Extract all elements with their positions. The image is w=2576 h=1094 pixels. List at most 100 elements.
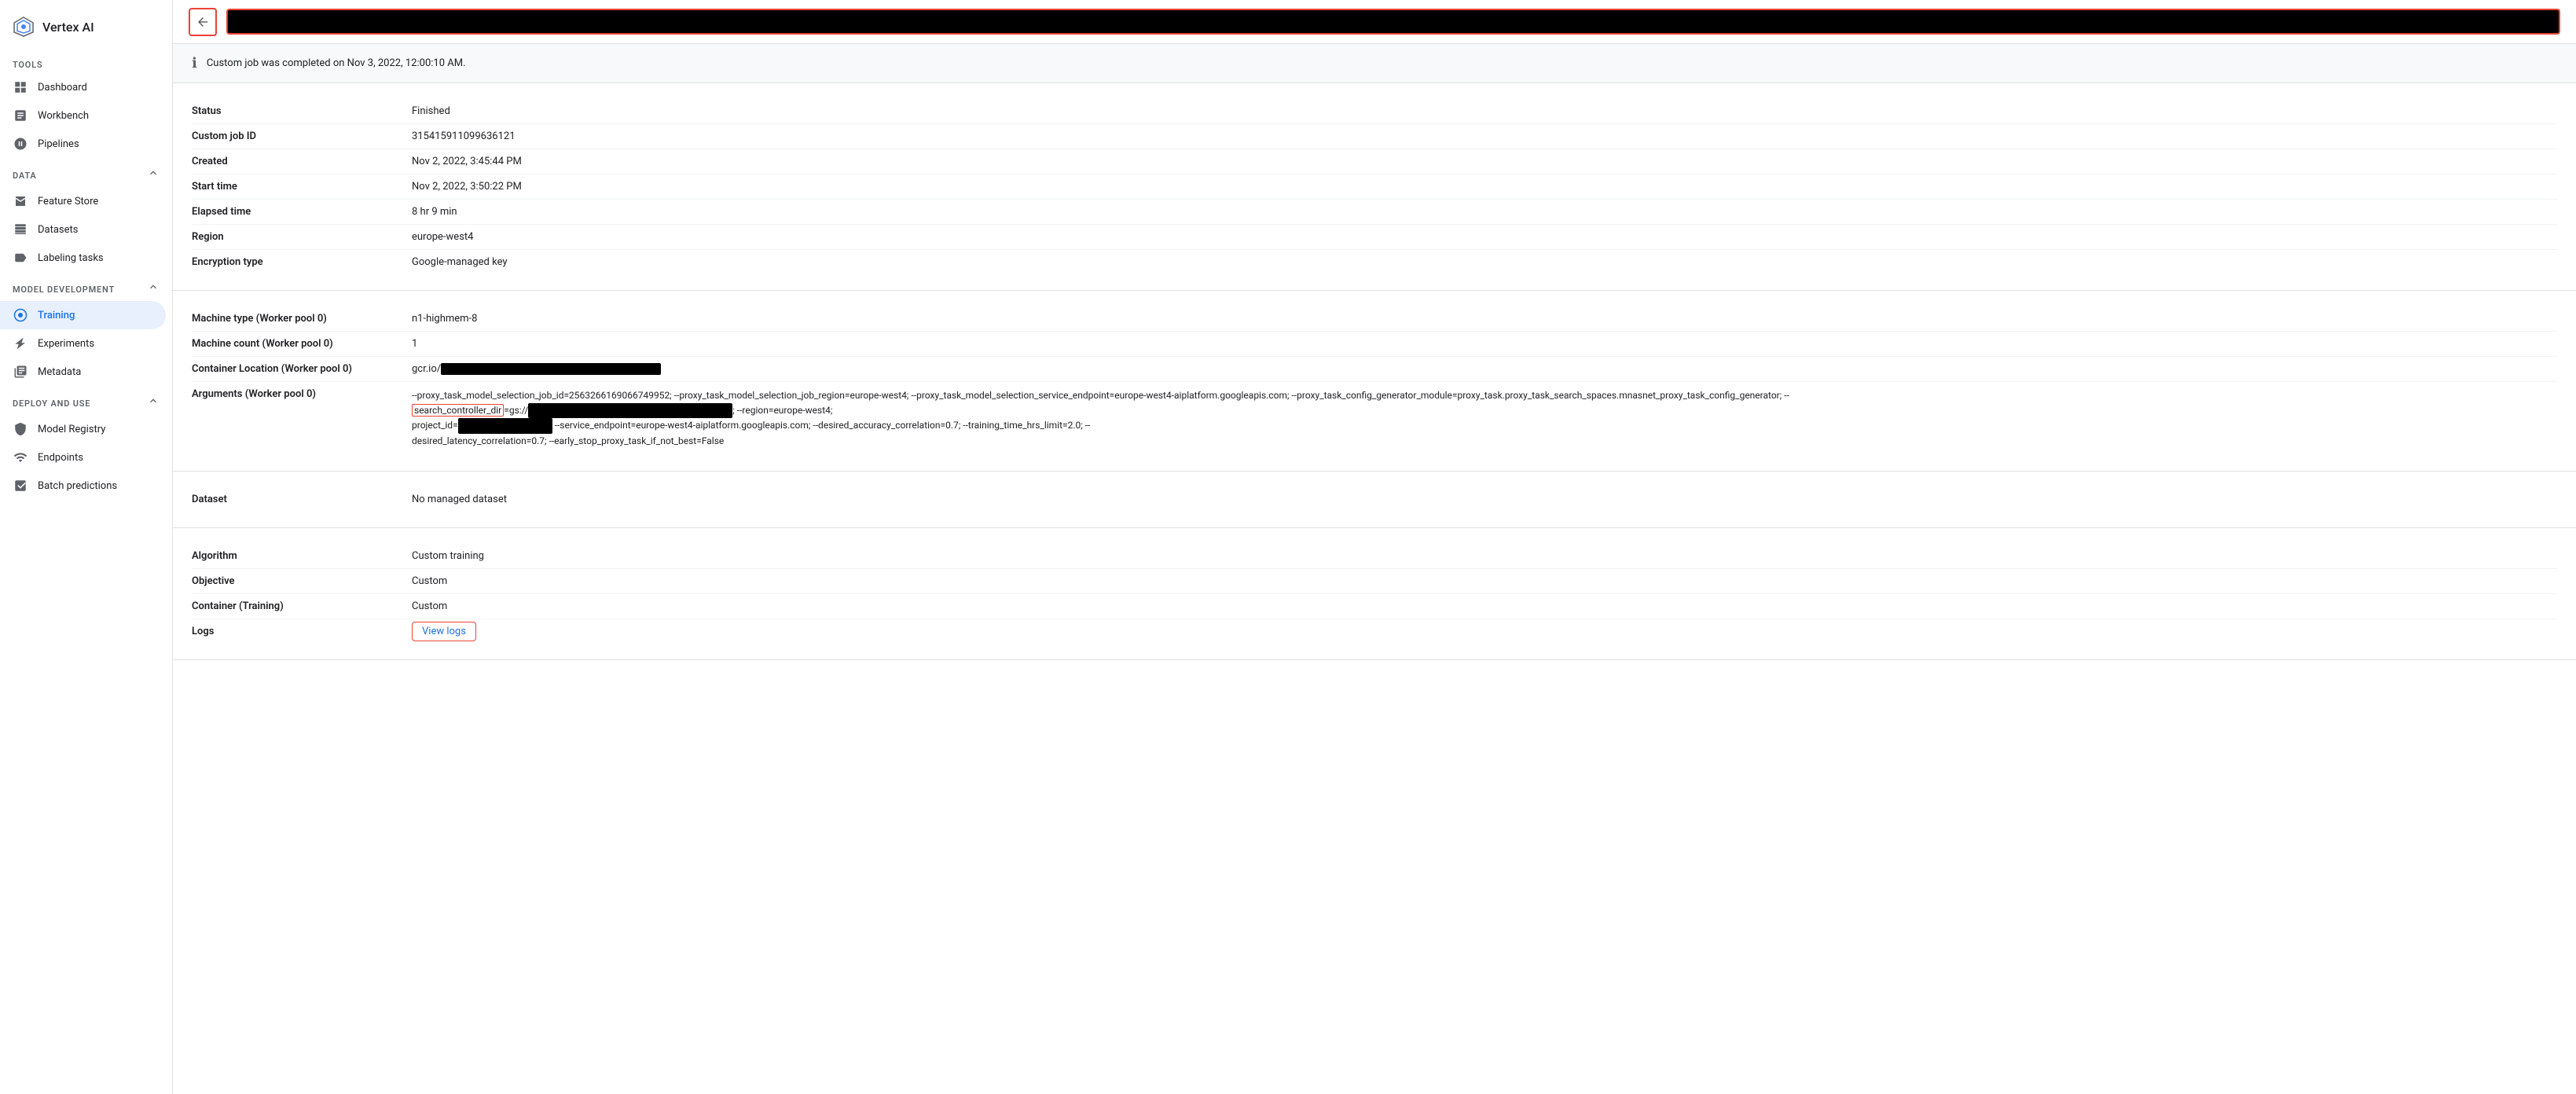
data-section-label: DATA bbox=[13, 161, 37, 184]
metadata-icon bbox=[13, 364, 28, 380]
data-section-header: DATA bbox=[0, 158, 172, 187]
details-section-4: Algorithm Custom training Objective Cust… bbox=[173, 528, 2576, 660]
sidebar-item-training[interactable]: Training bbox=[0, 301, 166, 329]
arguments-eq: =gs:// bbox=[504, 405, 528, 416]
region-label: Region bbox=[192, 231, 412, 243]
sidebar-item-workbench[interactable]: Workbench bbox=[0, 101, 166, 130]
objective-label: Objective bbox=[192, 575, 412, 587]
arguments-line3: desired_latency_correlation=0.7; --early… bbox=[412, 435, 724, 446]
start-time-value: Nov 2, 2022, 3:50:22 PM bbox=[412, 181, 2557, 193]
start-time-row: Start time Nov 2, 2022, 3:50:22 PM bbox=[192, 174, 2557, 200]
pipelines-icon bbox=[13, 136, 28, 152]
algorithm-label: Algorithm bbox=[192, 550, 412, 562]
batch-predictions-label: Batch predictions bbox=[38, 480, 117, 492]
experiments-label: Experiments bbox=[38, 338, 94, 350]
container-loc-label: Container Location (Worker pool 0) bbox=[192, 363, 412, 375]
created-label: Created bbox=[192, 156, 412, 167]
sidebar-item-feature-store[interactable]: Feature Store bbox=[0, 187, 166, 215]
objective-row: Objective Custom bbox=[192, 569, 2557, 594]
training-label: Training bbox=[38, 310, 75, 321]
elapsed-label: Elapsed time bbox=[192, 206, 412, 218]
container-loc-prefix: gcr.io/ bbox=[412, 363, 441, 375]
feature-store-icon bbox=[13, 193, 28, 209]
machine-count-value: 1 bbox=[412, 338, 2557, 350]
sidebar: Vertex AI TOOLS Dashboard Workbench Pipe… bbox=[0, 0, 173, 1094]
feature-store-label: Feature Store bbox=[38, 196, 98, 207]
elapsed-row: Elapsed time 8 hr 9 min bbox=[192, 200, 2557, 225]
app-logo: Vertex AI bbox=[0, 9, 172, 50]
arguments-line2: project_id= bbox=[412, 420, 458, 431]
header-bar bbox=[173, 0, 2576, 44]
pipelines-label: Pipelines bbox=[38, 138, 79, 150]
endpoints-icon bbox=[13, 450, 28, 465]
start-time-label: Start time bbox=[192, 181, 412, 193]
content-area: ℹ Custom job was completed on Nov 3, 202… bbox=[173, 44, 2576, 1094]
back-button[interactable] bbox=[189, 8, 217, 36]
dataset-value: No managed dataset bbox=[412, 494, 2557, 505]
job-id-label: Custom job ID bbox=[192, 130, 412, 142]
encryption-label: Encryption type bbox=[192, 256, 412, 268]
app-name: Vertex AI bbox=[42, 20, 94, 35]
model-dev-chevron-icon bbox=[147, 281, 160, 293]
container-training-value: Custom bbox=[412, 600, 2557, 612]
job-title-input[interactable] bbox=[226, 9, 2560, 35]
deploy-label: DEPLOY AND USE bbox=[13, 389, 90, 412]
algorithm-row: Algorithm Custom training bbox=[192, 544, 2557, 569]
model-registry-label: Model Registry bbox=[38, 424, 105, 435]
endpoints-label: Endpoints bbox=[38, 452, 83, 464]
logs-label: Logs bbox=[192, 626, 412, 637]
datasets-icon bbox=[13, 222, 28, 237]
view-logs-link[interactable]: View logs bbox=[412, 622, 476, 641]
container-loc-redacted bbox=[441, 363, 661, 375]
sidebar-item-metadata[interactable]: Metadata bbox=[0, 358, 166, 386]
encryption-row: Encryption type Google-managed key bbox=[192, 250, 2557, 274]
sidebar-item-batch-predictions[interactable]: Batch predictions bbox=[0, 472, 166, 500]
data-chevron-icon bbox=[147, 167, 160, 179]
job-id-value: 315415911099636121 bbox=[412, 130, 2557, 142]
dashboard-label: Dashboard bbox=[38, 82, 87, 94]
vertex-ai-logo-icon bbox=[13, 16, 35, 38]
arguments-label: Arguments (Worker pool 0) bbox=[192, 388, 412, 400]
main-content: ℹ Custom job was completed on Nov 3, 202… bbox=[173, 0, 2576, 1094]
info-icon: ℹ bbox=[192, 55, 197, 72]
container-loc-row: Container Location (Worker pool 0) gcr.i… bbox=[192, 357, 2557, 382]
sidebar-item-labeling-tasks[interactable]: Labeling tasks bbox=[0, 244, 166, 272]
sidebar-item-datasets[interactable]: Datasets bbox=[0, 215, 166, 244]
arguments-line2b: --service_endpoint=europe-west4-aiplatfo… bbox=[555, 420, 1091, 431]
details-section-2: Machine type (Worker pool 0) n1-highmem-… bbox=[173, 291, 2576, 472]
machine-type-row: Machine type (Worker pool 0) n1-highmem-… bbox=[192, 307, 2557, 332]
dataset-label: Dataset bbox=[192, 494, 412, 505]
objective-value: Custom bbox=[412, 575, 2557, 587]
details-section-3: Dataset No managed dataset bbox=[173, 472, 2576, 528]
sidebar-item-model-registry[interactable]: Model Registry bbox=[0, 415, 166, 443]
details-section-1: Status Finished Custom job ID 3154159110… bbox=[173, 83, 2576, 291]
model-dev-section-header: MODEL DEVELOPMENT bbox=[0, 272, 172, 301]
status-row: Status Finished bbox=[192, 99, 2557, 124]
dashboard-icon bbox=[13, 79, 28, 95]
machine-type-label: Machine type (Worker pool 0) bbox=[192, 313, 412, 325]
logs-value: View logs bbox=[412, 626, 2557, 637]
model-registry-icon bbox=[13, 421, 28, 437]
region-row: Region europe-west4 bbox=[192, 225, 2557, 250]
sidebar-item-experiments[interactable]: Experiments bbox=[0, 329, 166, 358]
region-value: europe-west4 bbox=[412, 231, 2557, 243]
sidebar-item-dashboard[interactable]: Dashboard bbox=[0, 73, 166, 101]
deploy-section-header: DEPLOY AND USE bbox=[0, 386, 172, 415]
arguments-text3: ; --region=europe-west4; bbox=[732, 405, 832, 416]
metadata-label: Metadata bbox=[38, 366, 81, 378]
sidebar-item-endpoints[interactable]: Endpoints bbox=[0, 443, 166, 472]
arguments-line1: --proxy_task_model_selection_job_id=2563… bbox=[412, 390, 1789, 401]
machine-count-row: Machine count (Worker pool 0) 1 bbox=[192, 332, 2557, 357]
back-arrow-icon bbox=[196, 15, 210, 29]
tools-section-label: TOOLS bbox=[0, 50, 172, 73]
arguments-row: Arguments (Worker pool 0) --proxy_task_m… bbox=[192, 382, 2557, 455]
banner-text: Custom job was completed on Nov 3, 2022,… bbox=[207, 57, 466, 69]
experiments-icon bbox=[13, 336, 28, 351]
status-value: Finished bbox=[412, 105, 2557, 117]
datasets-label: Datasets bbox=[38, 224, 79, 236]
sidebar-item-pipelines[interactable]: Pipelines bbox=[0, 130, 166, 158]
container-training-row: Container (Training) Custom bbox=[192, 594, 2557, 619]
training-icon bbox=[13, 307, 28, 323]
container-loc-value: gcr.io/ bbox=[412, 363, 2557, 375]
arguments-value: --proxy_task_model_selection_job_id=2563… bbox=[412, 388, 2557, 449]
